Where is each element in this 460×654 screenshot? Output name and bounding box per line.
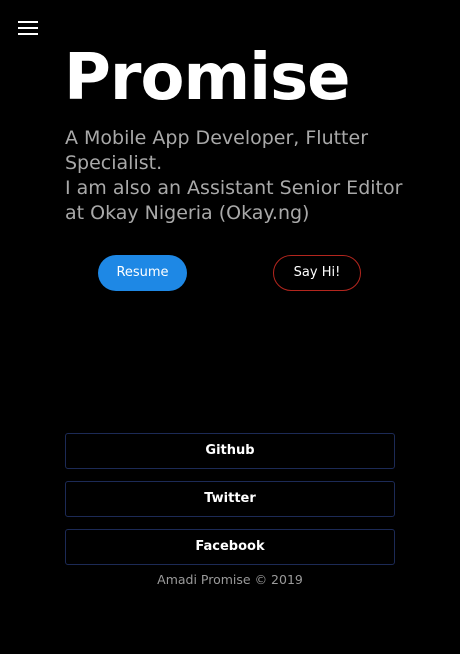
hero-title-container: Promise	[0, 0, 460, 100]
say-hi-button[interactable]: Say Hi!	[273, 255, 361, 291]
twitter-link[interactable]: Twitter	[65, 481, 395, 517]
resume-button[interactable]: Resume	[98, 255, 187, 291]
tagline-line-1: A Mobile App Developer, Flutter Speciali…	[65, 127, 369, 174]
footer-copyright: Amadi Promise © 2019	[157, 572, 303, 587]
tagline-line-2: I am also an Assistant Senior Editor at …	[65, 177, 403, 224]
tagline: A Mobile App Developer, Flutter Speciali…	[65, 126, 405, 226]
github-link[interactable]: Github	[65, 433, 395, 469]
hero-title: Promise	[64, 41, 351, 100]
facebook-link[interactable]: Facebook	[65, 529, 395, 565]
